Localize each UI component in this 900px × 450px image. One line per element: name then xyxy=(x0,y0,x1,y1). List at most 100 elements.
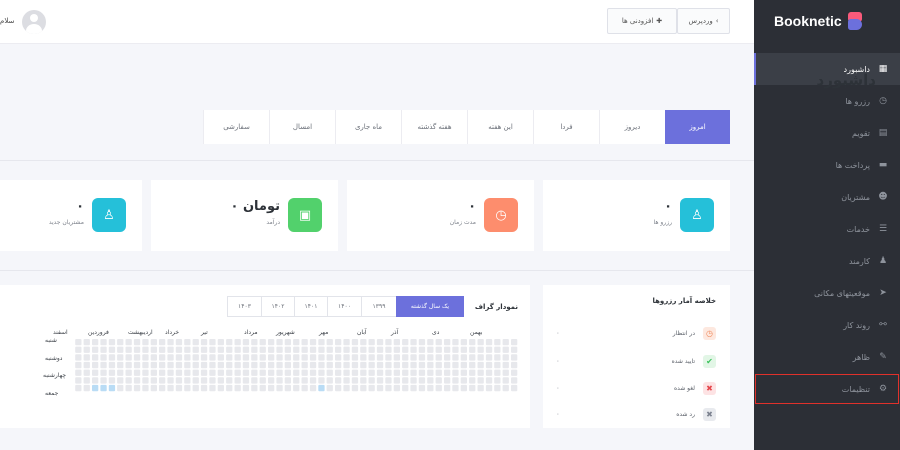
heatmap-cell[interactable] xyxy=(435,377,442,384)
heatmap-cell[interactable] xyxy=(234,369,241,376)
heatmap-cell[interactable] xyxy=(410,377,417,384)
heatmap-cell[interactable] xyxy=(376,384,384,392)
heatmap-cell[interactable] xyxy=(385,361,392,369)
heatmap-cell[interactable] xyxy=(133,346,141,353)
heatmap-cell[interactable] xyxy=(192,354,199,361)
heatmap-cell[interactable] xyxy=(376,377,384,384)
heatmap-cell[interactable] xyxy=(226,384,233,392)
heatmap-cell[interactable] xyxy=(217,354,224,361)
heatmap-cell[interactable] xyxy=(326,369,333,376)
heatmap-cell[interactable] xyxy=(376,361,384,369)
heatmap-cell[interactable] xyxy=(326,361,333,369)
heatmap-cell[interactable] xyxy=(494,369,501,376)
heatmap-cell[interactable] xyxy=(142,377,149,384)
heatmap-cell[interactable] xyxy=(100,361,107,369)
heatmap-cell[interactable] xyxy=(318,377,325,384)
heatmap-cell[interactable] xyxy=(200,361,208,369)
heatmap-cell[interactable] xyxy=(175,361,183,369)
heatmap-cell[interactable] xyxy=(460,384,467,392)
heatmap-cell[interactable] xyxy=(175,339,183,346)
heatmap-cell[interactable] xyxy=(192,339,199,346)
heatmap-cell[interactable] xyxy=(368,384,375,392)
heatmap-cell[interactable] xyxy=(435,361,442,369)
heatmap-cell[interactable] xyxy=(133,354,141,361)
heatmap-cell[interactable] xyxy=(485,354,493,361)
heatmap-cell[interactable] xyxy=(251,346,258,353)
heatmap-cell[interactable] xyxy=(117,346,124,353)
heatmap-cell[interactable] xyxy=(142,369,149,376)
heatmap-cell[interactable] xyxy=(435,369,442,376)
heatmap-cell[interactable] xyxy=(259,377,266,384)
heatmap-cell[interactable] xyxy=(209,354,216,361)
heatmap-cell[interactable] xyxy=(293,354,300,361)
heatmap-cell[interactable] xyxy=(83,354,90,361)
heatmap-cell[interactable] xyxy=(276,384,283,392)
heatmap-cell[interactable] xyxy=(502,346,509,353)
heatmap-cell[interactable] xyxy=(494,384,501,392)
heatmap-cell[interactable] xyxy=(393,361,400,369)
heatmap-cell[interactable] xyxy=(444,361,451,369)
heatmap-cell[interactable] xyxy=(175,354,183,361)
heatmap-cell[interactable] xyxy=(452,369,459,376)
heatmap-cell[interactable] xyxy=(242,354,250,361)
heatmap-cell[interactable] xyxy=(435,384,442,392)
heatmap-cell[interactable] xyxy=(402,339,409,346)
heatmap-cell[interactable] xyxy=(159,354,166,361)
heatmap-cell[interactable] xyxy=(242,346,250,353)
heatmap-cell[interactable] xyxy=(284,361,291,369)
heatmap-cell[interactable] xyxy=(175,369,183,376)
heatmap-cell[interactable] xyxy=(192,377,199,384)
heatmap-cell[interactable] xyxy=(83,361,90,369)
heatmap-cell[interactable] xyxy=(460,377,467,384)
heatmap-cell[interactable] xyxy=(200,354,208,361)
heatmap-cell[interactable] xyxy=(108,377,116,384)
heatmap-cell[interactable] xyxy=(385,369,392,376)
heatmap-cell[interactable] xyxy=(108,339,116,346)
heatmap-cell[interactable] xyxy=(83,384,90,392)
heatmap-cell[interactable] xyxy=(460,346,467,353)
heatmap-cell[interactable] xyxy=(150,384,157,392)
heatmap-cell[interactable] xyxy=(360,339,367,346)
heatmap-cell[interactable] xyxy=(276,346,283,353)
heatmap-cell[interactable] xyxy=(502,369,509,376)
heatmap-cell[interactable] xyxy=(108,361,116,369)
heatmap-cell[interactable] xyxy=(259,384,266,392)
heatmap-cell[interactable] xyxy=(133,384,141,392)
heatmap-cell[interactable] xyxy=(75,369,82,376)
heatmap-cell[interactable] xyxy=(410,384,417,392)
heatmap-cell[interactable] xyxy=(268,377,275,384)
heatmap-cell[interactable] xyxy=(142,346,149,353)
heatmap-cell[interactable] xyxy=(427,377,434,384)
heatmap-cell[interactable] xyxy=(351,339,359,346)
heatmap-cell[interactable] xyxy=(376,369,384,376)
heatmap-cell[interactable] xyxy=(83,369,90,376)
heatmap-cell[interactable] xyxy=(318,354,325,361)
heatmap-cell[interactable] xyxy=(75,361,82,369)
heatmap-cell[interactable] xyxy=(393,384,400,392)
heatmap-cell[interactable] xyxy=(385,354,392,361)
heatmap-cell[interactable] xyxy=(360,377,367,384)
heatmap-cell[interactable] xyxy=(360,346,367,353)
heatmap-cell[interactable] xyxy=(402,346,409,353)
heatmap-cell[interactable] xyxy=(427,361,434,369)
heatmap-cell[interactable] xyxy=(351,384,359,392)
heatmap-cell[interactable] xyxy=(301,377,308,384)
heatmap-cell[interactable] xyxy=(511,361,518,369)
heatmap-cell[interactable] xyxy=(142,361,149,369)
heatmap-cell[interactable] xyxy=(242,377,250,384)
heatmap-cell[interactable] xyxy=(511,384,518,392)
heatmap-cell[interactable] xyxy=(485,384,493,392)
heatmap-cell[interactable] xyxy=(100,369,107,376)
heatmap-cell[interactable] xyxy=(100,384,107,392)
heatmap-cell[interactable] xyxy=(485,361,493,369)
heatmap-cell[interactable] xyxy=(502,361,509,369)
heatmap-cell[interactable] xyxy=(511,354,518,361)
heatmap-cell[interactable] xyxy=(217,339,224,346)
heatmap-cell[interactable] xyxy=(452,346,459,353)
heatmap-cell[interactable] xyxy=(167,346,174,353)
heatmap-cell[interactable] xyxy=(402,369,409,376)
heatmap-cell[interactable] xyxy=(83,346,90,353)
heatmap-cell[interactable] xyxy=(276,361,283,369)
heatmap-cell[interactable] xyxy=(293,361,300,369)
heatmap-cell[interactable] xyxy=(209,369,216,376)
